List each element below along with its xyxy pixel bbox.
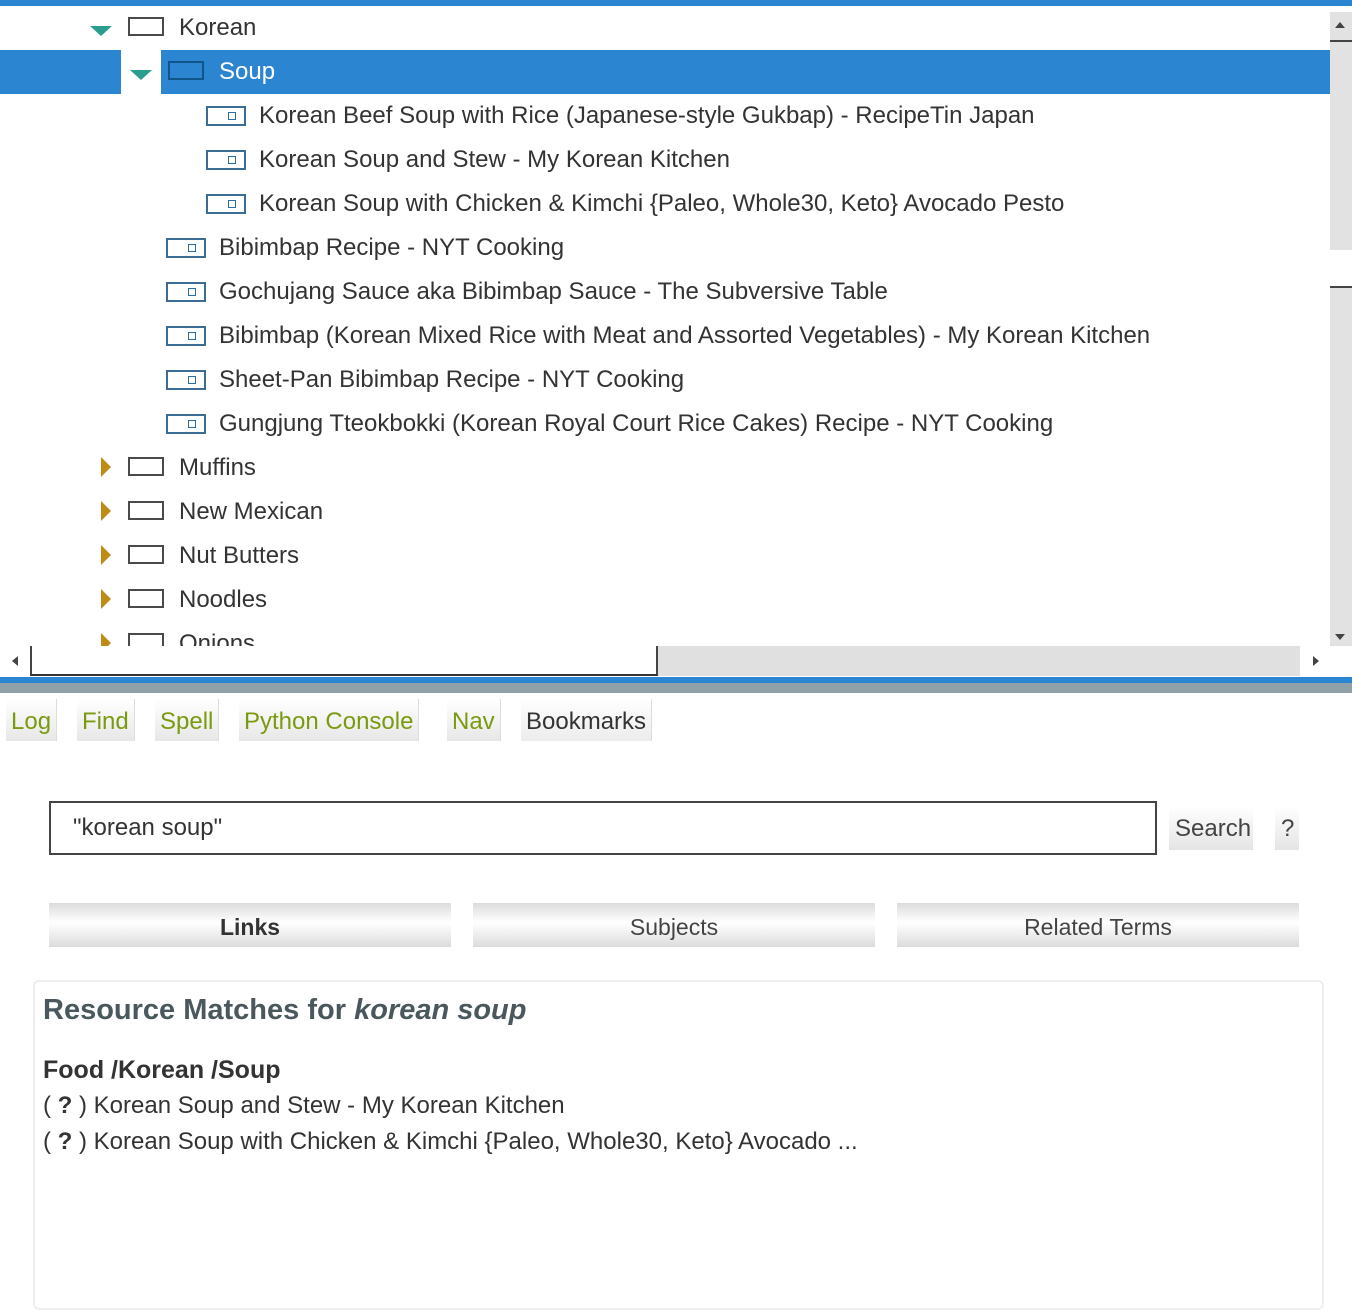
bookmark-link-icon (166, 326, 206, 346)
tree-link-row[interactable]: Korean Soup with Chicken & Kimchi {Paleo… (0, 182, 1330, 226)
tree-link-row[interactable]: Korean Soup and Stew - My Korean Kitchen (0, 138, 1330, 182)
tree-folder-row[interactable]: Korean (0, 6, 1330, 50)
bookmark-link-icon (166, 238, 206, 258)
folder-icon (128, 501, 164, 520)
search-button[interactable]: Search (1169, 806, 1253, 850)
scrollbar-track[interactable] (658, 646, 1300, 676)
scroll-up-icon[interactable] (1335, 22, 1345, 28)
tab-python-console[interactable]: Python Console (239, 699, 420, 741)
link-dot-icon (188, 420, 196, 428)
tree-link-row[interactable]: Gochujang Sauce aka Bibimbap Sauce - The… (0, 270, 1330, 314)
folder-icon (128, 545, 164, 564)
expand-arrow-icon[interactable] (101, 457, 111, 477)
link-dot-icon (188, 244, 196, 252)
tree-row-label: Bibimbap Recipe - NYT Cooking (219, 234, 565, 261)
collapse-arrow-icon[interactable] (130, 70, 152, 80)
tree-row-label: Korean Soup with Chicken & Kimchi {Paleo… (259, 190, 1065, 217)
tree-link-row[interactable]: Korean Beef Soup with Rice (Japanese-sty… (0, 94, 1330, 138)
result-help-marker[interactable]: ? (58, 1128, 73, 1155)
bookmark-link-icon (166, 414, 206, 434)
results-title-query: korean soup (354, 994, 527, 1026)
bookmark-link-icon (166, 282, 206, 302)
tree-row-label: Gungjung Tteokbokki (Korean Royal Court … (219, 410, 1054, 437)
bookmark-link-icon (166, 370, 206, 390)
result-help-marker[interactable]: ? (58, 1092, 73, 1119)
tab-find[interactable]: Find (77, 699, 135, 741)
tree-link-row[interactable]: Bibimbap Recipe - NYT Cooking (0, 226, 1330, 270)
folder-icon (128, 457, 164, 476)
tree-folder-row[interactable]: New Mexican (0, 490, 1330, 534)
folder-icon (128, 589, 164, 608)
tree-row-label: Gochujang Sauce aka Bibimbap Sauce - The… (219, 278, 888, 305)
tree-row-label: Korean Beef Soup with Rice (Japanese-sty… (259, 102, 1035, 129)
tree-link-row[interactable]: Bibimbap (Korean Mixed Rice with Meat an… (0, 314, 1330, 358)
tree-row-label: Noodles (179, 586, 268, 613)
expand-arrow-icon[interactable] (101, 501, 111, 521)
tree-row-label: Onions (179, 630, 256, 646)
horizontal-scrollbar[interactable] (0, 646, 1330, 678)
scrollbar-track[interactable] (1330, 12, 1352, 646)
scrollbar-thumb[interactable] (1330, 250, 1352, 288)
tree-row-label: Soup (219, 58, 276, 85)
tab-spell[interactable]: Spell (155, 699, 220, 741)
scroll-down-icon[interactable] (1335, 634, 1345, 640)
bookmark-tree: Korean Soup Korean Beef Soup with Rice (Ja… (0, 6, 1352, 678)
result-link[interactable]: Korean Soup with Chicken & Kimchi {Paleo… (94, 1128, 858, 1155)
search-help-button[interactable]: ? (1275, 806, 1299, 850)
link-dot-icon (188, 288, 196, 296)
tab-log[interactable]: Log (6, 699, 58, 741)
folder-icon (128, 17, 164, 36)
result-item[interactable]: ( ? ) Korean Soup with Chicken & Kimchi … (43, 1128, 858, 1156)
tab-bookmarks[interactable]: Bookmarks (521, 699, 653, 741)
collapse-arrow-icon[interactable] (90, 26, 112, 36)
scrollbar-thumb[interactable] (30, 646, 658, 676)
pane-splitter[interactable] (0, 683, 1352, 693)
folder-icon (128, 633, 164, 646)
expand-arrow-icon[interactable] (101, 545, 111, 565)
tree-folder-row[interactable]: Nut Butters (0, 534, 1330, 578)
expand-arrow-icon[interactable] (101, 633, 111, 646)
results-panel: Resource Matches for korean soup Food /K… (33, 980, 1324, 1310)
expand-arrow-icon[interactable] (101, 589, 111, 609)
link-dot-icon (188, 332, 196, 340)
subtab-links[interactable]: Links (49, 903, 451, 947)
result-link[interactable]: Korean Soup and Stew - My Korean Kitchen (94, 1092, 565, 1119)
search-input[interactable] (49, 801, 1157, 855)
subtab-related-terms[interactable]: Related Terms (897, 903, 1299, 947)
result-group-path[interactable]: Food /Korean /Soup (43, 1056, 281, 1085)
tree-row-label: Nut Butters (179, 542, 300, 569)
bookmark-link-icon (206, 194, 246, 214)
tree-row-label: Sheet-Pan Bibimbap Recipe - NYT Cooking (219, 366, 685, 393)
scroll-right-icon[interactable] (1313, 656, 1319, 666)
tree-row-label: Bibimbap (Korean Mixed Rice with Meat an… (219, 322, 1151, 349)
tree-folder-row[interactable]: Soup (0, 50, 1330, 94)
link-dot-icon (228, 200, 236, 208)
tree-link-row[interactable]: Sheet-Pan Bibimbap Recipe - NYT Cooking (0, 358, 1330, 402)
scroll-left-icon[interactable] (12, 656, 18, 666)
tab-nav[interactable]: Nav (447, 699, 501, 741)
tree-row-label: New Mexican (179, 498, 324, 525)
link-dot-icon (228, 112, 236, 120)
bookmark-link-icon (206, 106, 246, 126)
scrollbar-divider (1330, 40, 1352, 42)
folder-icon (168, 61, 204, 80)
tree-viewport: Korean Soup Korean Beef Soup with Rice (Ja… (0, 6, 1330, 646)
tree-folder-row[interactable]: Noodles (0, 578, 1330, 622)
bookmark-link-icon (206, 150, 246, 170)
tree-folder-row[interactable]: Onions (0, 622, 1330, 646)
tree-folder-row[interactable]: Muffins (0, 446, 1330, 490)
tree-link-row[interactable]: Gungjung Tteokbokki (Korean Royal Court … (0, 402, 1330, 446)
tree-row-label: Muffins (179, 454, 256, 481)
result-item[interactable]: ( ? ) Korean Soup and Stew - My Korean K… (43, 1092, 565, 1120)
tree-row-label: Korean (179, 14, 257, 41)
link-dot-icon (188, 376, 196, 384)
vertical-scrollbar[interactable] (1330, 12, 1352, 646)
tree-row-label: Korean Soup and Stew - My Korean Kitchen (259, 146, 730, 173)
results-title: Resource Matches for korean soup (43, 994, 527, 1027)
link-dot-icon (228, 156, 236, 164)
results-title-prefix: Resource Matches for (43, 994, 346, 1026)
subtab-subjects[interactable]: Subjects (473, 903, 875, 947)
